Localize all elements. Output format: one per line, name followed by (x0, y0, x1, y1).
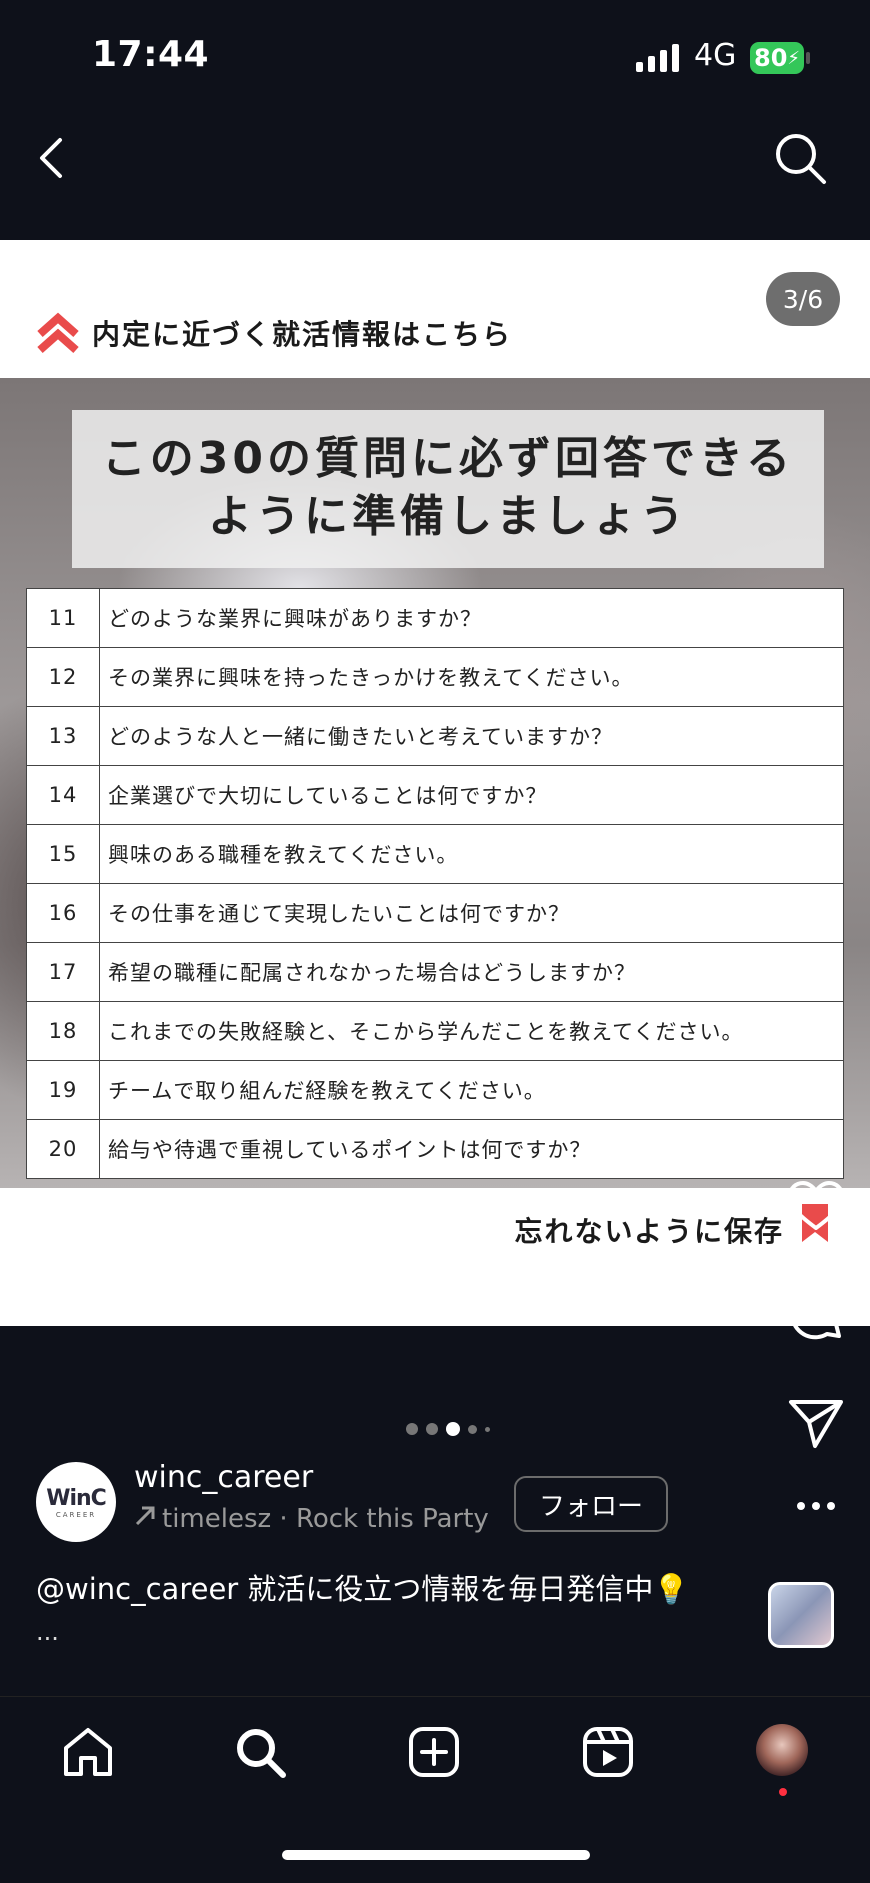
table-row: 12 その業界に興味を持ったきっかけを教えてください。 (26, 647, 844, 707)
table-row: 19 チームで取り組んだ経験を教えてください。 (26, 1060, 844, 1120)
carousel-dot (426, 1423, 438, 1435)
share-button[interactable] (784, 1396, 848, 1450)
username[interactable]: winc_career (134, 1460, 313, 1495)
question-text: 興味のある職種を教えてください。 (99, 824, 844, 884)
more-icon (797, 1502, 835, 1510)
like-button[interactable] (784, 1180, 848, 1232)
audio-thumbnail[interactable] (768, 1582, 834, 1648)
avatar[interactable]: WinC CAREER (36, 1462, 116, 1542)
signal-icon (636, 44, 679, 72)
banner-text: 内定に近づく就活情報はこちら (92, 318, 513, 351)
carousel-dot-active (446, 1422, 460, 1436)
create-icon (409, 1727, 459, 1777)
comment-icon (790, 1290, 841, 1340)
question-number: 11 (26, 588, 100, 648)
double-chevron-up-icon (37, 312, 79, 353)
tab-reels[interactable] (576, 1720, 640, 1784)
question-text: これまでの失敗経験と、そこから学んだことを教えてください。 (99, 1001, 844, 1061)
caption-more[interactable]: ... (36, 1618, 59, 1646)
caption-text[interactable]: @winc_career 就活に役立つ情報を毎日発信中💡 (36, 1566, 690, 1608)
search-button[interactable] (768, 126, 832, 190)
reels-icon (583, 1727, 633, 1777)
post-image[interactable]: 3/6 内定に近づく就活情報はこちら この30の質問に必ず回答できる ように準備… (0, 240, 870, 1326)
carousel-dot (406, 1423, 418, 1435)
headline: この30の質問に必ず回答できる ように準備しましょう (72, 430, 824, 546)
question-text: 給与や待遇で重視しているポイントは何ですか？ (99, 1119, 844, 1179)
table-row: 20 給与や待遇で重視しているポイントは何ですか？ (26, 1119, 844, 1179)
battery-level: 80 (754, 44, 788, 72)
music-label: timelesz · Rock this Party (162, 1504, 489, 1534)
question-number: 20 (26, 1119, 100, 1179)
question-number: 16 (26, 883, 100, 943)
more-button[interactable] (784, 1500, 848, 1512)
headline-line-2: ように準備しましょう (208, 491, 688, 542)
notification-dot (779, 1788, 787, 1796)
save-reminder-text: 忘れないように保存 (514, 1215, 784, 1248)
carousel-dot (485, 1426, 490, 1432)
table-row: 13 どのような人と一緒に働きたいと考えていますか？ (26, 706, 844, 766)
tab-profile-avatar[interactable] (756, 1724, 808, 1776)
music-info[interactable]: timelesz · Rock this Party (134, 1504, 489, 1534)
carousel-indicator (406, 1422, 490, 1436)
question-text: 企業選びで大切にしていることは何ですか？ (99, 765, 844, 825)
question-text: その業界に興味を持ったきっかけを教えてください。 (99, 647, 844, 707)
question-text: その仕事を通じて実現したいことは何ですか？ (99, 883, 844, 943)
charging-icon: ⚡ (787, 47, 801, 69)
table-row: 16 その仕事を通じて実現したいことは何ですか？ (26, 883, 844, 943)
table-row: 15 興味のある職種を教えてください。 (26, 824, 844, 884)
question-text: 希望の職種に配属されなかった場合はどうしますか？ (99, 942, 844, 1002)
question-number: 17 (26, 942, 100, 1002)
tab-search[interactable] (228, 1720, 292, 1784)
back-button[interactable] (20, 126, 84, 190)
home-icon (64, 1728, 112, 1776)
table-row: 11 どのような業界に興味がありますか？ (26, 588, 844, 648)
question-number: 19 (26, 1060, 100, 1120)
avatar-logo: WinC (46, 1485, 107, 1511)
back-icon (40, 138, 62, 178)
arrow-icon (134, 1504, 156, 1534)
battery-indicator: 80 ⚡ (750, 42, 804, 74)
tab-home[interactable] (56, 1720, 120, 1784)
avatar-subtext: CAREER (55, 1510, 97, 1519)
table-row: 17 希望の職種に配属されなかった場合はどうしますか？ (26, 942, 844, 1002)
banner: 内定に近づく就活情報はこちら (36, 312, 512, 354)
follow-button[interactable]: フォロー (514, 1476, 668, 1532)
carousel-dot (468, 1424, 477, 1434)
status-time: 17:44 (92, 34, 210, 75)
home-indicator (282, 1850, 590, 1860)
search-icon (237, 1729, 286, 1778)
heart-icon (788, 1181, 844, 1230)
question-text: どのような人と一緒に働きたいと考えていますか？ (99, 706, 844, 766)
question-number: 15 (26, 824, 100, 884)
page-counter: 3/6 (766, 272, 840, 326)
battery-tip (806, 52, 810, 64)
search-icon (776, 134, 826, 184)
question-text: チームで取り組んだ経験を教えてください。 (99, 1060, 844, 1120)
question-table: 11 どのような業界に興味がありますか？ 12 その業界に興味を持ったきっかけを教え… (26, 588, 844, 1179)
headline-line-1: この30の質問に必ず回答できる (101, 433, 795, 484)
table-row: 14 企業選びで大切にしていることは何ですか？ (26, 765, 844, 825)
comment-button[interactable] (784, 1290, 848, 1346)
network-label: 4G (694, 38, 737, 73)
question-number: 14 (26, 765, 100, 825)
question-text: どのような業界に興味がありますか？ (99, 588, 844, 648)
question-number: 12 (26, 647, 100, 707)
question-number: 18 (26, 1001, 100, 1061)
tab-create[interactable] (402, 1720, 466, 1784)
table-row: 18 これまでの失敗経験と、そこから学んだことを教えてください。 (26, 1001, 844, 1061)
send-icon (789, 1400, 843, 1448)
question-number: 13 (26, 706, 100, 766)
